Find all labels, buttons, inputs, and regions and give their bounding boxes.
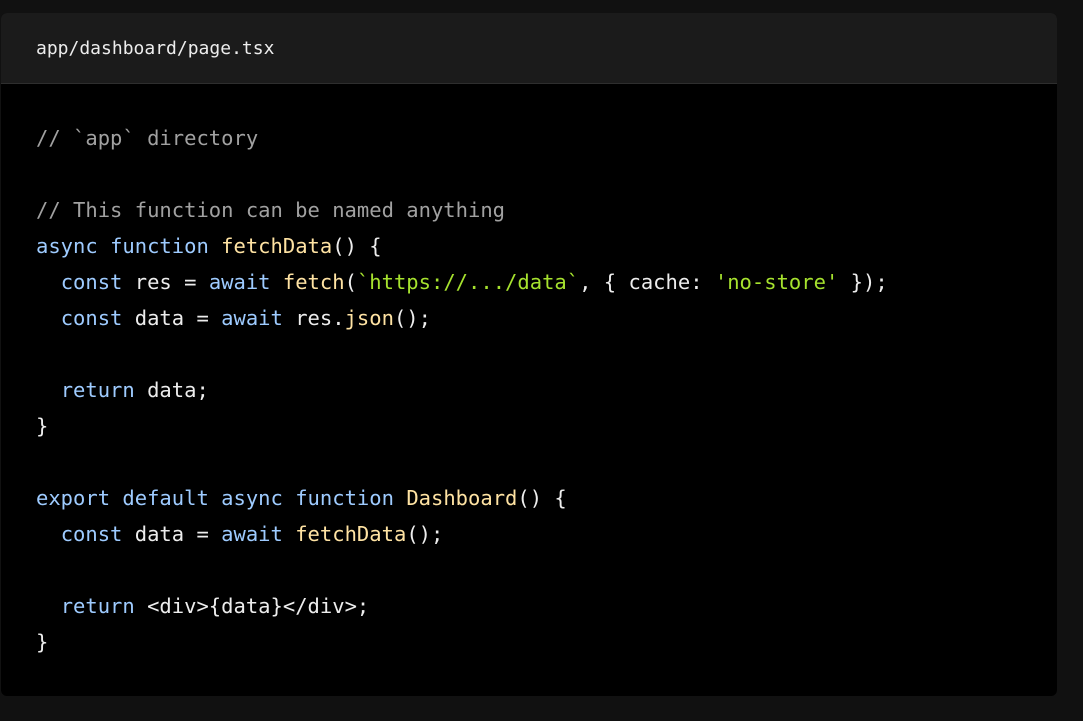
code-token-plain: data = (122, 522, 222, 546)
code-block-header: app/dashboard/page.tsx (1, 13, 1057, 84)
code-line: // `app` directory (36, 120, 1057, 156)
code-token-keyword: function (295, 486, 394, 510)
code-token-keyword: await (208, 270, 271, 294)
code-token-keyword: return (60, 594, 135, 618)
code-token-keyword: async (36, 234, 98, 258)
code-token-function: fetchData (221, 234, 333, 258)
code-token-plain: , { cache: (579, 270, 715, 294)
code-token-function: Dashboard (406, 486, 518, 510)
code-token-plain: data; (134, 378, 209, 402)
code-token-plain: }); (838, 270, 888, 294)
code-line: export default async function Dashboard(… (36, 480, 1057, 516)
code-block: app/dashboard/page.tsx // `app` director… (1, 13, 1057, 696)
code-token-plain: (); (393, 306, 431, 330)
code-token-string: `https://.../data` (356, 270, 580, 294)
code-line: async function fetchData() { (36, 228, 1057, 264)
code-line: return data; (36, 372, 1057, 408)
code-token-plain: data = (122, 306, 222, 330)
code-token-function: fetchData (295, 522, 407, 546)
code-line: const res = await fetch(`https://.../dat… (36, 264, 1057, 300)
code-body[interactable]: // `app` directory // This function can … (1, 84, 1057, 660)
code-line: } (36, 624, 1057, 660)
code-token-function: json (344, 306, 394, 330)
code-line: const data = await res.json(); (36, 300, 1057, 336)
code-token-plain: res. (282, 306, 345, 330)
code-token-plain: (); (406, 522, 444, 546)
code-token-keyword: export (36, 486, 111, 510)
code-token-keyword: const (60, 522, 123, 546)
code-token-comment: // `app` directory (36, 126, 259, 150)
code-line: const data = await fetchData(); (36, 516, 1057, 552)
code-token-comment: // This function can be named anything (36, 198, 505, 222)
code-token-keyword: return (60, 378, 135, 402)
code-token-keyword: const (60, 270, 123, 294)
code-token-plain: () { (332, 234, 382, 258)
code-token-plain: <div>{data}</div>; (134, 594, 370, 618)
code-token-function: fetch (282, 270, 345, 294)
code-token-keyword: function (110, 234, 209, 258)
code-token-keyword: async (221, 486, 283, 510)
code-token-keyword: const (60, 306, 123, 330)
code-line: } (36, 408, 1057, 444)
code-token-plain: } (36, 630, 49, 654)
code-token-plain: ( (344, 270, 357, 294)
code-token-string: 'no-store' (714, 270, 839, 294)
code-token-plain: res = (122, 270, 209, 294)
code-token-keyword: await (221, 306, 283, 330)
code-token-keyword: default (122, 486, 209, 510)
file-name: app/dashboard/page.tsx (36, 37, 275, 59)
code-token-plain: } (36, 414, 49, 438)
code-token-plain: () { (517, 486, 567, 510)
code-token-keyword: await (221, 522, 283, 546)
code-line: // This function can be named anything (36, 192, 1057, 228)
code-line: return <div>{data}</div>; (36, 588, 1057, 624)
